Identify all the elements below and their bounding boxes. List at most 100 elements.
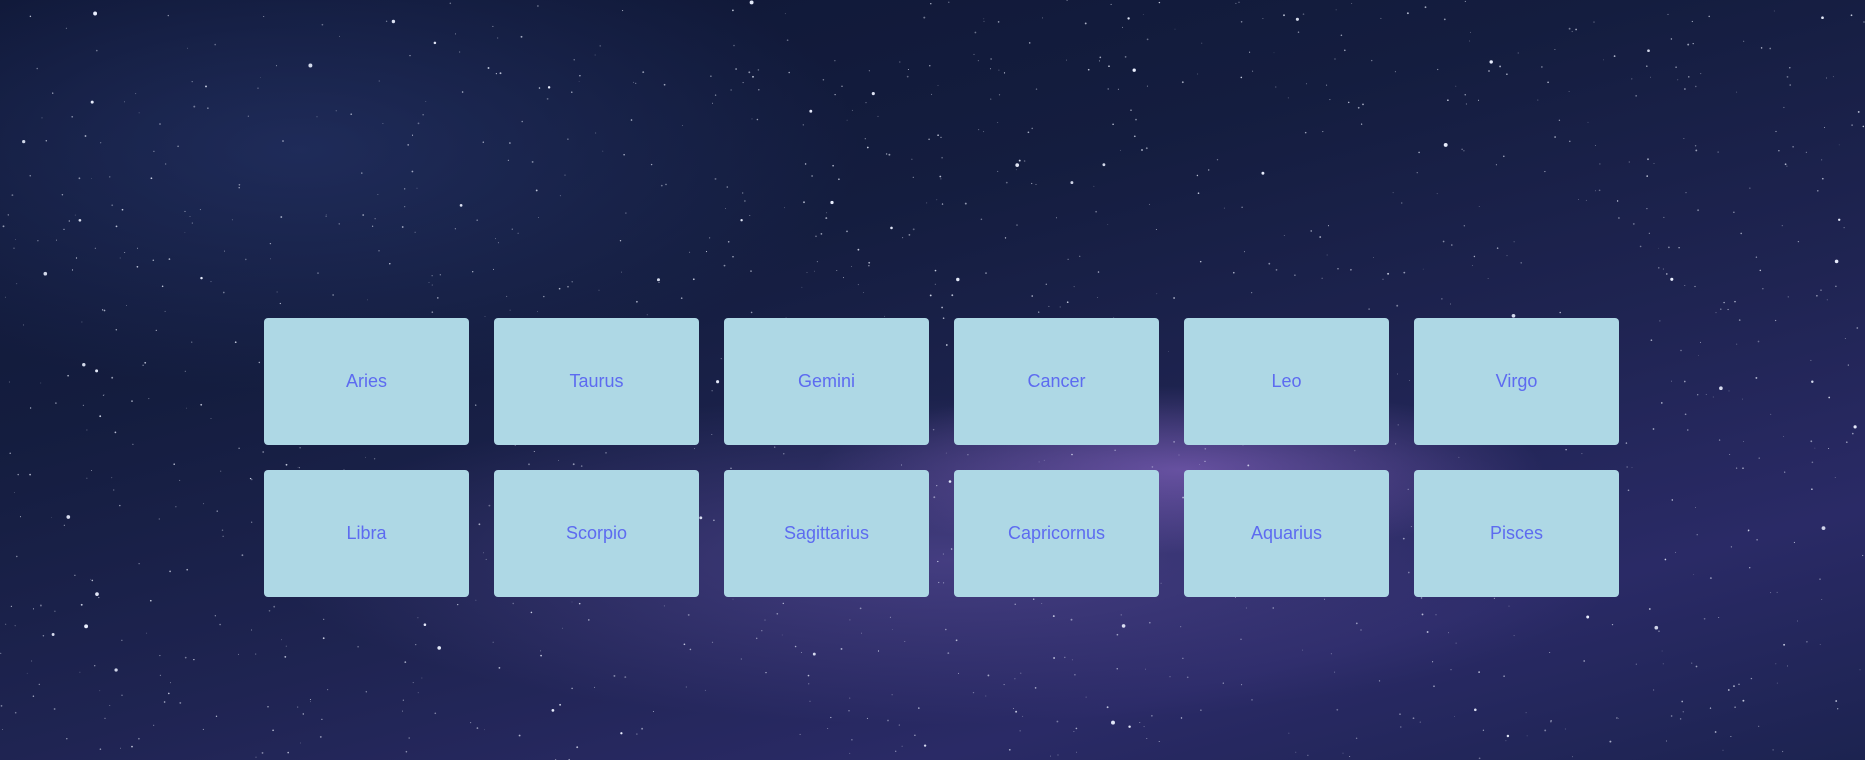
sign-card-pisces[interactable]: Pisces (1414, 470, 1619, 597)
star (1066, 301, 1069, 304)
star (297, 706, 299, 708)
star (641, 727, 644, 730)
star (32, 695, 35, 698)
star (1322, 131, 1324, 133)
star (1646, 175, 1648, 177)
star (711, 641, 714, 643)
star (1302, 649, 1304, 651)
star (561, 627, 563, 629)
star (1806, 640, 1808, 643)
star (1283, 235, 1285, 236)
star (1400, 726, 1402, 728)
star (338, 223, 340, 225)
sign-card-libra[interactable]: Libra (264, 470, 469, 597)
star (1360, 629, 1362, 631)
star (1653, 163, 1655, 164)
star (42, 635, 45, 637)
sign-card-virgo[interactable]: Virgo (1414, 318, 1619, 445)
star (1814, 447, 1816, 449)
star (1272, 607, 1274, 609)
star (1770, 413, 1772, 415)
star (1098, 60, 1101, 62)
star (317, 272, 319, 274)
sign-card-capricornus[interactable]: Capricornus (954, 470, 1159, 597)
star (121, 208, 124, 211)
star (1158, 740, 1160, 743)
star (1273, 52, 1275, 54)
star (1056, 217, 1057, 219)
star (95, 369, 99, 373)
sign-card-taurus[interactable]: Taurus (494, 318, 699, 445)
star (576, 746, 579, 749)
star (579, 74, 581, 77)
star (1020, 672, 1022, 674)
star (1143, 726, 1145, 728)
star (84, 135, 87, 137)
star (636, 733, 638, 735)
star (1355, 622, 1358, 625)
star (1665, 740, 1667, 742)
star (1648, 232, 1650, 234)
star (99, 748, 102, 750)
sign-card-aquarius[interactable]: Aquarius (1184, 470, 1389, 597)
star (1107, 88, 1109, 90)
star (623, 154, 625, 156)
star (885, 153, 888, 155)
sign-card-aries[interactable]: Aries (264, 318, 469, 445)
star (1572, 756, 1573, 758)
star (79, 671, 81, 673)
star (908, 234, 911, 236)
star (499, 72, 502, 75)
star (571, 281, 573, 283)
star (843, 277, 844, 279)
star (255, 756, 257, 758)
star (989, 68, 992, 70)
star (704, 689, 706, 691)
star (1031, 295, 1033, 297)
star (1691, 662, 1693, 664)
star (1022, 715, 1024, 717)
star (1455, 642, 1457, 644)
sign-card-scorpio[interactable]: Scorpio (494, 470, 699, 597)
star (1128, 725, 1131, 728)
star (940, 136, 942, 139)
star (1559, 311, 1561, 314)
star (487, 67, 490, 69)
star (1684, 285, 1686, 286)
star (997, 170, 999, 172)
star (692, 278, 695, 281)
sign-card-cancer[interactable]: Cancer (954, 318, 1159, 445)
star (1015, 163, 1020, 167)
star (1772, 749, 1774, 751)
star (1045, 283, 1047, 285)
sign-card-sagittarius[interactable]: Sagittarius (724, 470, 929, 597)
star (941, 156, 943, 159)
star (518, 734, 521, 737)
star (851, 266, 852, 268)
star (125, 304, 127, 306)
star (148, 398, 150, 400)
star (1847, 364, 1849, 366)
star (498, 667, 501, 669)
star (1478, 757, 1481, 760)
star (1015, 169, 1017, 171)
star (1362, 103, 1364, 106)
star (1469, 40, 1470, 42)
star (109, 705, 111, 707)
star (321, 718, 323, 721)
star (1329, 99, 1331, 101)
star (663, 605, 665, 607)
star (1778, 150, 1780, 152)
star (1859, 669, 1861, 671)
star (257, 87, 259, 89)
star (319, 735, 322, 738)
sign-card-leo[interactable]: Leo (1184, 318, 1389, 445)
star (259, 77, 261, 78)
star (620, 732, 623, 735)
star (951, 294, 954, 297)
star (1473, 255, 1476, 258)
star (431, 311, 434, 313)
star (1451, 244, 1453, 246)
sign-card-gemini[interactable]: Gemini (724, 318, 929, 445)
star (1628, 161, 1630, 163)
